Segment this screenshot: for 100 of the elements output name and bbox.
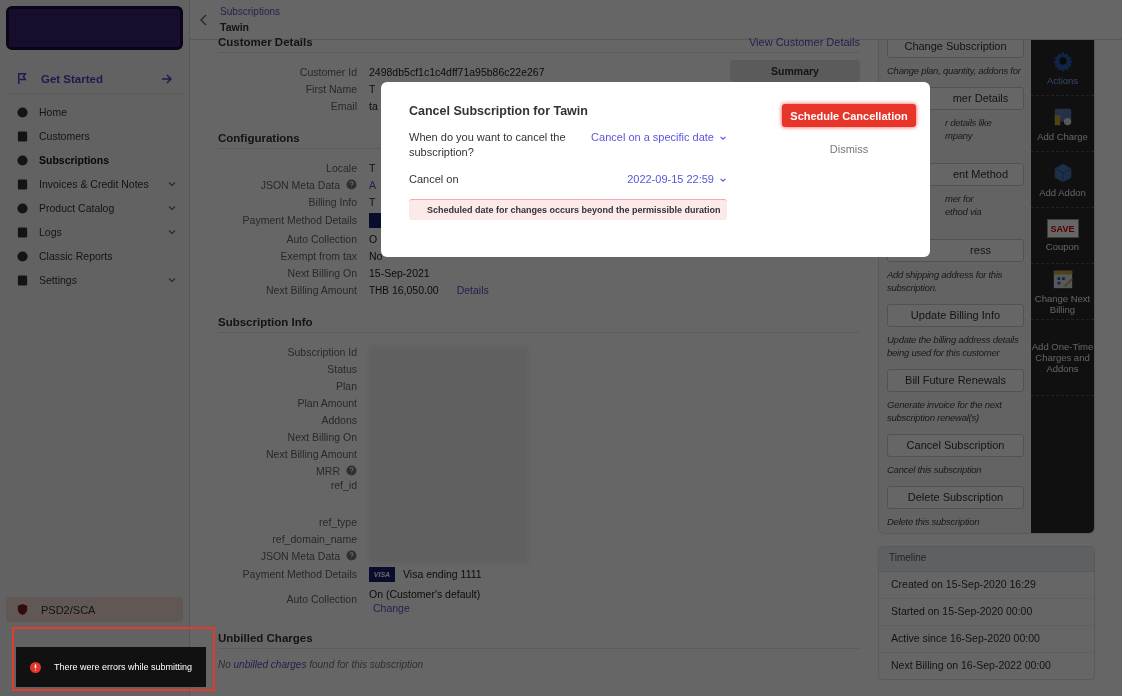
nav-item[interactable]: Home <box>6 100 183 124</box>
field-label: Payment Method Details <box>242 214 357 226</box>
field-value: 2498db5cf1c1c4dff71a95b86c22e267 <box>369 65 545 78</box>
field-value: No <box>369 249 383 262</box>
chevron-down-icon <box>167 203 177 213</box>
field-label: First Name <box>305 82 357 95</box>
dismiss-button[interactable]: Dismiss <box>829 143 869 155</box>
field-label: Next Billing On <box>287 266 357 279</box>
nav-item[interactable]: Subscriptions <box>6 148 183 172</box>
nav-item[interactable]: Invoices & Credit Notes <box>6 172 183 196</box>
field-value: T <box>369 82 376 95</box>
field-value: O <box>369 232 378 245</box>
timeline-event: Started on 15-Sep-2020 00:00 <box>879 599 1094 626</box>
field-value: T <box>369 195 376 208</box>
field-value: ta <box>369 99 378 112</box>
section-title: Configurations <box>218 132 300 144</box>
psd2-banner[interactable]: PSD2/SCA <box>6 597 183 622</box>
field-label: ref_id <box>330 479 357 491</box>
field-label: Next Billing On <box>287 430 357 443</box>
summary-title: Summary <box>771 65 819 77</box>
field-label: Next Billing Amount <box>265 283 357 296</box>
field-label: Billing Info <box>308 195 357 208</box>
nav-item[interactable]: Product Catalog <box>6 196 183 220</box>
chevron-down-icon <box>167 227 177 237</box>
field-label: Plan Amount <box>297 396 357 409</box>
strip-tool[interactable]: Add One-Time Charges and Addons <box>1031 320 1094 396</box>
view-customer-details-link[interactable]: View Customer Details <box>748 36 860 48</box>
field-label: Cancel on <box>409 172 460 187</box>
timeline-event: Created on 15-Sep-2020 16:29 <box>879 572 1094 599</box>
field-value: On (Customer's default) <box>369 588 481 600</box>
field-label: Auto Collection <box>286 232 357 245</box>
nav-item[interactable]: Classic Reports <box>6 244 183 268</box>
help-icon[interactable] <box>346 179 357 190</box>
field-label: ref_type <box>319 515 357 528</box>
action-description: Delete this subscription <box>887 514 981 528</box>
action-button[interactable]: Cancel Subscription <box>887 433 1024 457</box>
timeline-event: Active since 16-Sep-2020 00:00 <box>879 626 1094 653</box>
section-title: Unbilled Charges <box>218 632 313 644</box>
nav-item[interactable]: Customers <box>6 124 183 148</box>
toast-message: There were errors while submitting <box>54 662 193 672</box>
field-label: Addons <box>321 413 357 426</box>
strip-tool[interactable]: SAVE Coupon <box>1031 208 1094 264</box>
timeline-event: Next Billing on 16-Sep-2022 00:00 <box>890 658 1052 673</box>
action-description: mpany <box>944 128 974 142</box>
action-description: Cancel this subscription <box>887 462 983 476</box>
action-button[interactable]: Change Subscription <box>887 40 1024 58</box>
action-button[interactable]: Update Billing Info <box>887 303 1024 327</box>
coupon-icon: SAVE <box>1046 219 1079 238</box>
field-label: Locale <box>326 161 357 174</box>
back-icon[interactable] <box>200 13 208 26</box>
action-button[interactable]: Bill Future Renewals <box>887 368 1024 392</box>
field-label: Auto Collection <box>286 593 357 605</box>
strip-tool[interactable]: Change Next Billing <box>1031 264 1094 320</box>
shield-icon <box>16 603 29 616</box>
strip-tool[interactable]: Actions <box>1031 40 1094 96</box>
field-link[interactable]: A <box>369 178 376 191</box>
help-icon[interactable] <box>346 550 357 561</box>
help-icon[interactable] <box>346 465 357 476</box>
action-description: Generate invoice for the next subscription renewal(s) <box>887 397 1003 424</box>
timeline-title: Timeline <box>879 547 1094 572</box>
field-label: JSON Meta Data <box>260 549 340 562</box>
nav-item[interactable]: Settings <box>6 268 183 292</box>
error-icon <box>30 661 41 673</box>
action-description: ethod via <box>944 204 983 218</box>
strip-tool[interactable]: Add Charge <box>1031 96 1094 152</box>
nav-item[interactable]: Logs <box>6 220 183 244</box>
flag-icon <box>16 72 29 85</box>
field-value: THB 16,050.00 <box>369 283 439 296</box>
field-label: JSON Meta Data <box>260 178 340 191</box>
field-label: ref_domain_name <box>272 532 357 545</box>
error-alert: Scheduled date for changes occurs beyond the permissible duration <box>409 199 727 220</box>
chevron-down-icon <box>167 275 177 285</box>
field-value: 15-Sep-2021 <box>369 266 430 279</box>
get-started-link[interactable]: Get Started <box>6 64 183 94</box>
field-label: Exempt from tax <box>280 249 357 262</box>
action-description: Add shipping address for this subscription. <box>887 267 1004 294</box>
field-label: MRR <box>316 464 340 477</box>
unbilled-charges-link[interactable]: unbilled charges <box>233 659 307 670</box>
dropdown[interactable]: 2022-09-15 22:59 <box>627 172 727 187</box>
dialog-title: Cancel Subscription for Tawin <box>409 104 589 118</box>
change-link[interactable]: Change <box>369 602 481 614</box>
chevron-down-icon <box>167 179 177 189</box>
field-label: Email <box>330 99 357 112</box>
page-title: Tawin <box>220 21 250 33</box>
action-description: Update the billing address details being used for this customer <box>887 332 1020 359</box>
action-description: mer for <box>944 191 975 205</box>
strip-tool[interactable]: Add Addon <box>1031 152 1094 208</box>
field-label: Plan <box>336 379 357 392</box>
dropdown[interactable]: Cancel on a specific date <box>591 130 727 145</box>
arrow-right-icon <box>161 72 173 85</box>
field-label: When do you want to cancel the subscription? <box>409 130 567 160</box>
details-link[interactable]: Details <box>456 283 489 296</box>
field-label: Payment Method Details <box>242 568 357 580</box>
breadcrumb-link[interactable]: Subscriptions <box>220 6 281 17</box>
field-value: T <box>369 161 376 174</box>
section-title: Customer Details <box>218 36 313 48</box>
action-button[interactable]: Delete Subscription <box>887 485 1024 509</box>
action-description: Change plan, quantity, addons for <box>887 63 1022 77</box>
section-title: Subscription Info <box>218 316 313 328</box>
schedule-cancellation-button[interactable]: Schedule Cancellation <box>782 104 916 127</box>
